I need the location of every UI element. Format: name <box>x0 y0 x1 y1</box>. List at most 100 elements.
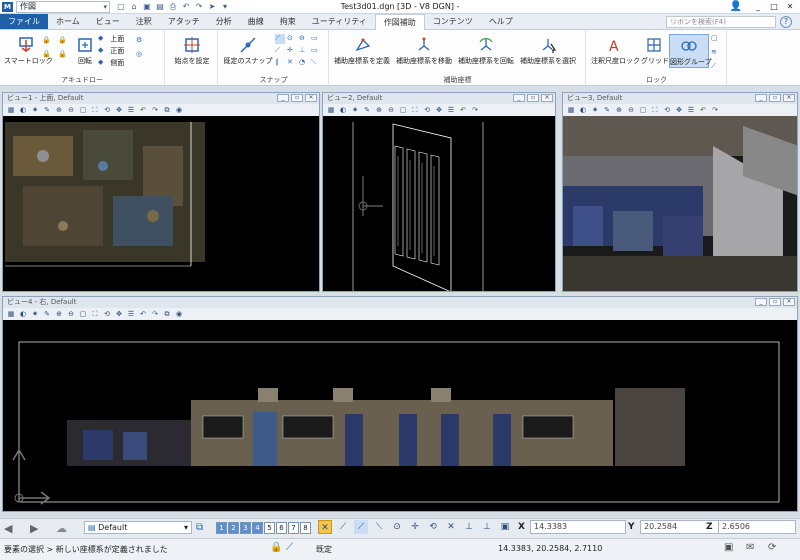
tasks-icon[interactable]: ☁ <box>56 522 67 535</box>
accudraw-settings-button[interactable]: ⚙ <box>136 36 146 46</box>
midpoint-snap-icon[interactable]: ⟋ <box>275 46 285 56</box>
window-area-icon[interactable]: ▢ <box>78 309 88 319</box>
view-minimize-button[interactable]: _ <box>755 298 767 306</box>
snap-status-icon[interactable]: ⟋ <box>286 542 293 553</box>
view-previous-icon[interactable]: ↶ <box>458 105 468 115</box>
view-minimize-button[interactable]: _ <box>513 94 525 102</box>
acs-move-button[interactable]: 補助座標系を移動 <box>394 36 454 66</box>
pan-view-icon[interactable]: ✥ <box>674 105 684 115</box>
view-close-button[interactable]: ✕ <box>783 94 795 102</box>
view-close-button[interactable]: ✕ <box>305 94 317 102</box>
brightness-icon[interactable]: ✷ <box>590 105 600 115</box>
zoom-in-icon[interactable]: ⊕ <box>54 105 64 115</box>
walk-icon[interactable]: ☰ <box>686 105 696 115</box>
lock-option-2[interactable]: ≋ <box>711 48 721 58</box>
lock-option-1[interactable]: ▢ <box>711 34 721 44</box>
workflow-combo[interactable]: 作図 ▾ <box>16 1 110 13</box>
acs-select-button[interactable]: 補助座標系を選択 <box>518 36 578 66</box>
grid-lock-button[interactable]: グリッド <box>641 36 669 66</box>
undo-icon[interactable]: ↶ <box>181 1 191 12</box>
snap-parallel-button[interactable]: ⊥ <box>480 520 494 534</box>
lock-toggle-4[interactable]: 🔒 <box>58 50 68 60</box>
rotate-view-icon[interactable]: ⟲ <box>662 105 672 115</box>
view-toggle-1[interactable]: 1 <box>216 522 227 534</box>
rotate-view-icon[interactable]: ⟲ <box>422 105 432 115</box>
view-close-button[interactable]: ✕ <box>783 298 795 306</box>
view-toggle-5[interactable]: 5 <box>264 522 275 534</box>
view-previous-icon[interactable]: ↶ <box>138 105 148 115</box>
pan-view-icon[interactable]: ✥ <box>114 309 124 319</box>
view-next-icon[interactable]: ↷ <box>150 105 160 115</box>
minimize-button[interactable]: _ <box>750 0 766 13</box>
snap-perpendicular-button[interactable]: ⊥ <box>462 520 476 534</box>
view-next-icon[interactable]: ↷ <box>150 309 160 319</box>
snap-bisector-button[interactable]: ✕ <box>444 520 458 534</box>
x-coord-field[interactable]: 14.3383 <box>530 520 626 534</box>
clip-volume-icon[interactable]: ⧉ <box>162 105 172 115</box>
acs-rotate-button[interactable]: 補助座標系を回転 <box>456 36 516 66</box>
clip-volume-icon[interactable]: ⧉ <box>162 309 172 319</box>
microstation-logo-icon[interactable]: M <box>2 2 13 12</box>
view-restore-button[interactable]: ▫ <box>291 94 303 102</box>
view-window-2[interactable]: ビュー2, Default _ ▫ ✕ ▦ ◐ ✷ ✎ ⊕ ⊖ ▢ ⛶ ⟲ ✥ ☰ ↶ ↷ <box>322 92 556 292</box>
tab-annotate[interactable]: 注釈 <box>128 14 160 29</box>
qat-dropdown-icon[interactable]: ▾ <box>220 1 230 12</box>
zoom-out-icon[interactable]: ⊖ <box>66 309 76 319</box>
zoom-in-icon[interactable]: ⊕ <box>54 309 64 319</box>
snap-point-on-button[interactable]: ▣ <box>498 520 512 534</box>
forward-arrow-icon[interactable]: ▶ <box>30 522 38 535</box>
zoom-in-icon[interactable]: ⊕ <box>614 105 624 115</box>
snap-nearest-button[interactable]: ⟋ <box>354 520 368 534</box>
set-origin-button[interactable]: 始点を設定 <box>168 36 216 66</box>
z-coord-field[interactable]: 2.6506 <box>718 520 796 534</box>
view-attributes-icon[interactable]: ▦ <box>6 309 16 319</box>
snap-intersection-button[interactable]: ✕ <box>318 520 332 534</box>
top-view-button[interactable]: ◆ 上面 <box>98 34 124 44</box>
lock-toggle-2[interactable]: 🔒 <box>58 36 68 46</box>
snap-center-button[interactable]: ⊙ <box>390 520 404 534</box>
keypoint-snap-icon[interactable]: ⟋ <box>275 34 285 44</box>
snap-midpoint-button[interactable]: ⟍ <box>372 520 386 534</box>
maximize-button[interactable]: □ <box>766 0 782 13</box>
view-restore-button[interactable]: ▫ <box>769 94 781 102</box>
update-view-icon[interactable]: ✎ <box>42 105 52 115</box>
lock-toggle-3[interactable]: 🔒 <box>42 50 52 60</box>
view-3-canvas[interactable] <box>563 116 797 291</box>
view-window-4[interactable]: ビュー4 - 右, Default _ ▫ ✕ ▦ ◐ ✷ ✎ ⊕ ⊖ ▢ ⛶ ⟲ ✥ ☰ ↶ ↷ ⧉ ◉ <box>2 296 798 512</box>
tab-view[interactable]: ビュー <box>88 14 128 29</box>
tab-analyze[interactable]: 分析 <box>208 14 240 29</box>
perpendicular-snap-icon[interactable]: ⊥ <box>299 46 309 56</box>
brightness-icon[interactable]: ✷ <box>30 105 40 115</box>
save-as-icon[interactable]: ▤ <box>155 1 165 12</box>
design-file-icon[interactable]: ▣ <box>724 542 733 553</box>
camera-icon[interactable]: ◉ <box>174 105 184 115</box>
update-view-icon[interactable]: ✎ <box>602 105 612 115</box>
active-level-combo[interactable]: ▤ Default ▾ <box>84 521 192 534</box>
display-style-icon[interactable]: ◐ <box>338 105 348 115</box>
open-file-icon[interactable]: ⌂ <box>129 1 139 12</box>
rotate-view-icon[interactable]: ⟲ <box>102 309 112 319</box>
origin-snap-icon[interactable]: ✛ <box>287 46 297 56</box>
update-view-icon[interactable]: ✎ <box>42 309 52 319</box>
zoom-out-icon[interactable]: ⊖ <box>626 105 636 115</box>
fit-view-icon[interactable]: ⛶ <box>90 105 100 115</box>
lock-status-icon[interactable]: 🔒 <box>270 542 282 553</box>
pointer-icon[interactable]: ➤ <box>207 1 217 12</box>
fit-view-icon[interactable]: ⛶ <box>90 309 100 319</box>
side-view-button[interactable]: ◆ 側面 <box>98 58 124 68</box>
accudraw-toggle-button[interactable]: ◎ <box>136 50 146 60</box>
view-minimize-button[interactable]: _ <box>277 94 289 102</box>
pan-view-icon[interactable]: ✥ <box>434 105 444 115</box>
center-snap-icon[interactable]: ⊙ <box>287 34 297 44</box>
view-next-icon[interactable]: ↷ <box>470 105 480 115</box>
view-minimize-button[interactable]: _ <box>755 94 767 102</box>
view-restore-button[interactable]: ▫ <box>769 298 781 306</box>
parallel-snap-icon[interactable]: ∥ <box>275 58 285 68</box>
tab-content[interactable]: コンテンツ <box>425 14 481 29</box>
view-1-canvas[interactable] <box>3 116 319 291</box>
view-2-canvas[interactable] <box>323 116 555 291</box>
nearest-snap-icon[interactable]: ▭ <box>311 34 321 44</box>
fit-view-icon[interactable]: ⛶ <box>410 105 420 115</box>
default-snap-button[interactable]: 既定のスナップ <box>223 36 273 66</box>
annotation-scale-lock-button[interactable]: A 注釈尺度ロック <box>591 36 640 66</box>
